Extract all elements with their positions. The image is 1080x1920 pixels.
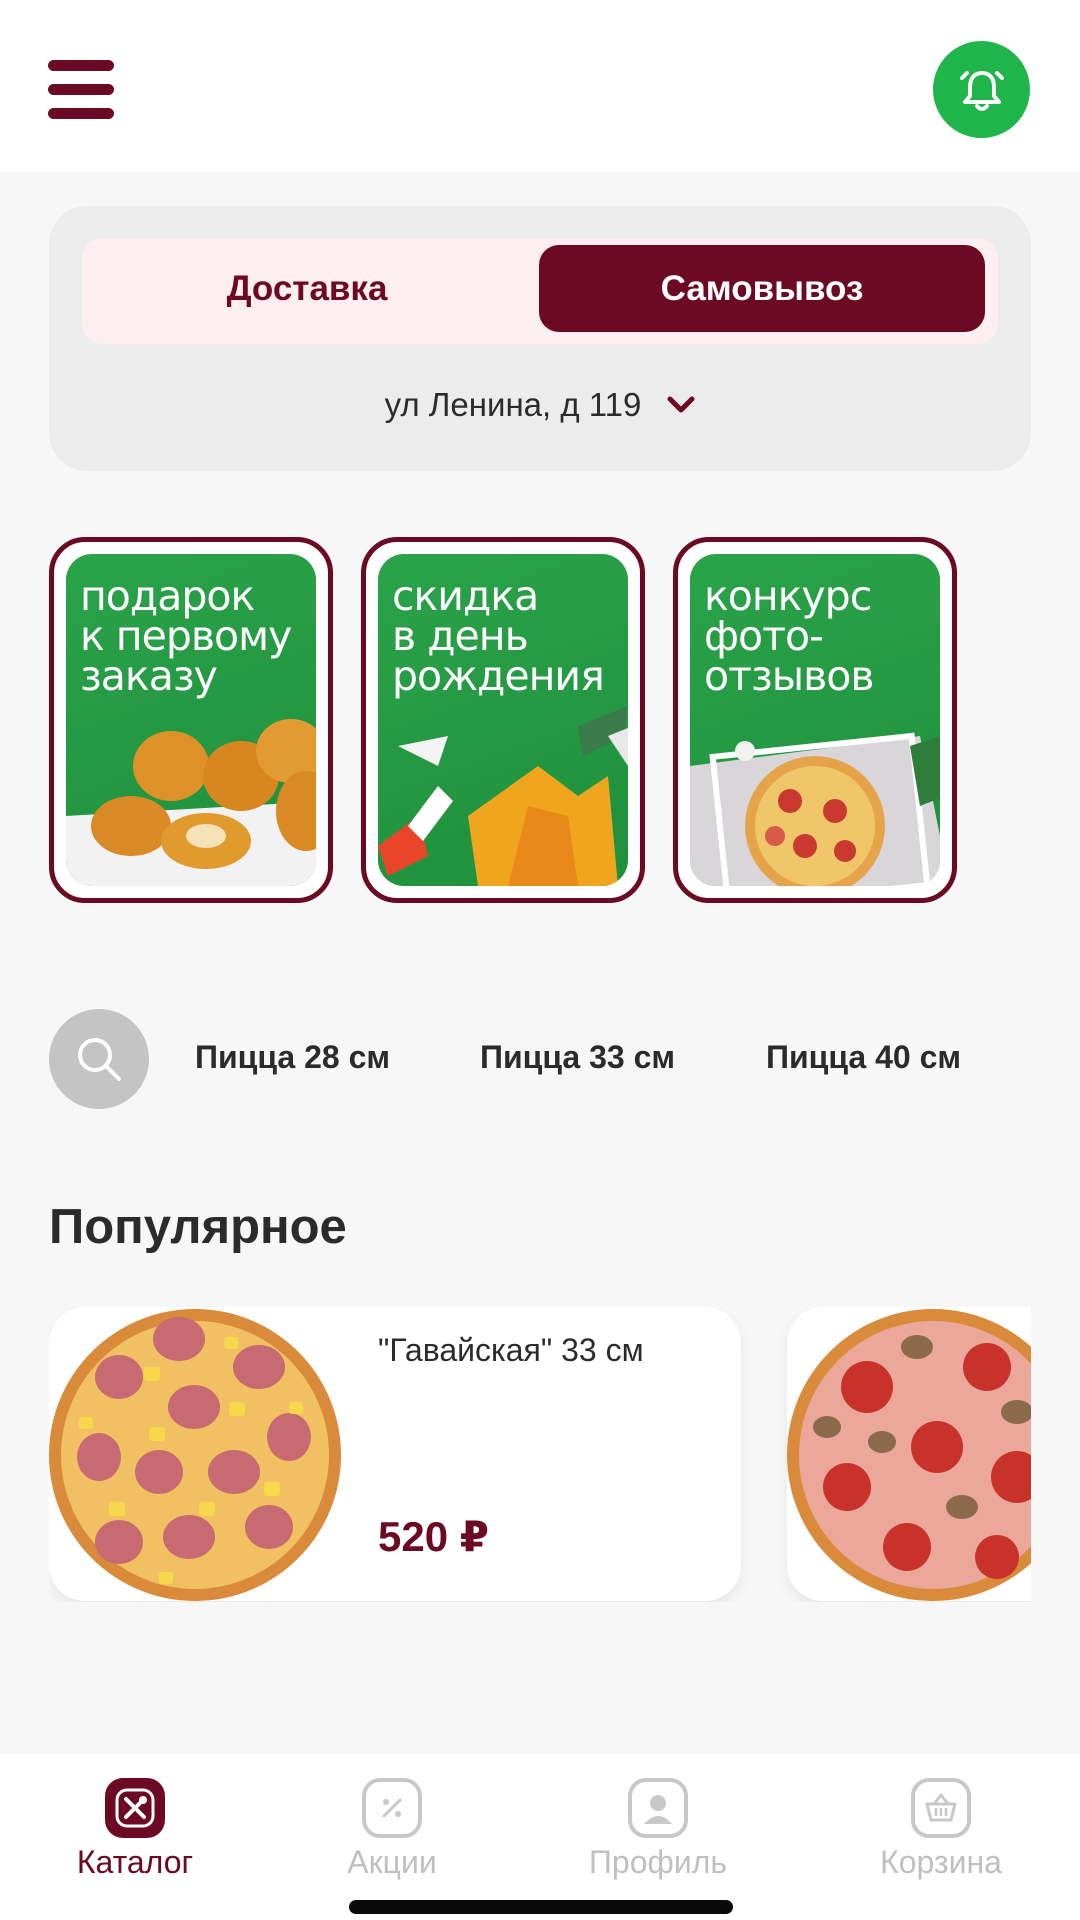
tab-label: Профиль [588, 1844, 728, 1880]
tab-delivery[interactable]: Доставка [82, 245, 532, 332]
party-confetti-image [378, 706, 628, 886]
delivery-mode-card: Доставка Самовывоз ул Ленина, д 119 [49, 206, 1031, 471]
story-title: подарок к первому заказу [80, 572, 292, 700]
delivery-mode-switch: Доставка Самовывоз [82, 238, 998, 344]
product-card[interactable] [787, 1307, 1031, 1601]
bell-icon [959, 70, 1004, 111]
product-price: 520 ₽ [378, 1513, 489, 1560]
story-title: конкурс фото- отзывов [704, 572, 875, 700]
promo-stories: подарок к первому заказу скидка в день р… [49, 537, 1031, 905]
profile-icon [628, 1778, 688, 1838]
product-card[interactable]: "Гавайская" 33 см 520 ₽ [49, 1307, 741, 1601]
category-filter-row: Пицца 28 см Пицца 33 см Пицца 40 см [49, 1009, 1031, 1109]
address-text: ул Ленина, д 119 [384, 386, 642, 423]
story-title: скидка в день рождения [392, 572, 605, 700]
top-bar [0, 0, 1080, 172]
address-selector[interactable]: ул Ленина, д 119 [49, 386, 1031, 424]
category-pizza-33[interactable]: Пицца 33 см [480, 1039, 675, 1076]
bottom-tab-bar: Каталог Акции Профиль Корзина [0, 1754, 1080, 1920]
popular-products: "Гавайская" 33 см 520 ₽ [49, 1307, 1031, 1602]
fork-knife-icon [105, 1778, 165, 1838]
product-name: "Гавайская" 33 см [378, 1332, 644, 1368]
section-title-popular: Популярное [49, 1200, 347, 1254]
chevron-down-icon [667, 396, 695, 413]
tab-label: Корзина [880, 1844, 1002, 1880]
story-image: подарок к первому заказу [66, 554, 316, 886]
story-image: конкурс фото- отзывов [690, 554, 940, 886]
discount-icon [362, 1778, 422, 1838]
home-indicator[interactable] [349, 1900, 733, 1914]
category-pizza-40[interactable]: Пицца 40 см [766, 1039, 961, 1076]
tab-label: Каталог [76, 1844, 194, 1880]
tab-pickup[interactable]: Самовывоз [539, 245, 985, 332]
story-photo-review-contest[interactable]: конкурс фото- отзывов [673, 537, 957, 903]
tab-catalog[interactable]: Каталог [35, 1778, 235, 1881]
tab-promotions[interactable]: Акции [292, 1778, 492, 1881]
pizza-image [787, 1309, 1031, 1601]
pizza-photo-image [690, 732, 940, 886]
search-button[interactable] [49, 1009, 149, 1109]
tab-label: Акции [347, 1844, 437, 1880]
search-icon [78, 1038, 121, 1081]
tab-cart[interactable]: Корзина [841, 1778, 1041, 1881]
category-pizza-28[interactable]: Пицца 28 см [195, 1039, 390, 1076]
hamburger-menu-icon[interactable] [48, 58, 116, 122]
notification-button[interactable] [933, 41, 1030, 138]
story-image: скидка в день рождения [378, 554, 628, 886]
tab-profile[interactable]: Профиль [558, 1778, 758, 1881]
story-first-order-gift[interactable]: подарок к первому заказу [49, 537, 333, 903]
basket-icon [911, 1778, 971, 1838]
story-birthday-discount[interactable]: скидка в день рождения [361, 537, 645, 903]
nuggets-image [66, 719, 316, 886]
hawaiian-pizza-image [49, 1309, 341, 1601]
